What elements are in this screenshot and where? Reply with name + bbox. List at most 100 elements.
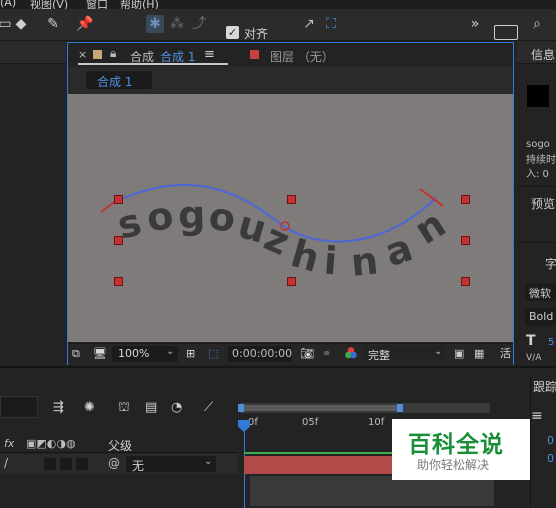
layer-switch-box[interactable] <box>44 458 56 470</box>
breadcrumb-chip[interactable]: 合成 1 <box>86 71 152 89</box>
panel-menu-icon[interactable]: ≡ <box>204 47 215 62</box>
puppet-pin-tool-icon[interactable]: 📌 <box>76 15 94 33</box>
menu-item-view[interactable]: 视图(V) <box>30 0 68 9</box>
color-channels-icon[interactable] <box>344 346 358 362</box>
active-camera-label[interactable]: 活 <box>500 346 511 362</box>
bounding-box-handle[interactable] <box>114 195 123 204</box>
puppet-starch-tool-icon[interactable]: ⁂ <box>168 15 186 33</box>
pick-whip-icon[interactable]: @ <box>108 456 120 470</box>
path-text-layer[interactable]: s o g o u z h i n a n <box>113 192 453 285</box>
bounding-box-handle[interactable] <box>461 195 470 204</box>
chevron-down-icon: ⌄ <box>166 346 175 357</box>
layer-switch-icon[interactable]: / <box>4 456 8 470</box>
viewer-canvas: s o g o u z h i n a n <box>100 184 453 285</box>
puppet-overlap-tool-icon[interactable]: ✱ <box>146 15 164 33</box>
shy-layers-icon[interactable]: ⛫ <box>118 400 130 417</box>
workspace-icon[interactable] <box>494 25 518 40</box>
snap-checkbox[interactable]: ✓ <box>226 26 239 39</box>
tracker-value[interactable]: 0 <box>547 434 554 447</box>
tracker-panel: 跟踪 ≡ 0 0 <box>530 378 556 508</box>
timeline-empty-area <box>250 476 494 506</box>
parent-value: 无 <box>132 459 145 473</box>
lock-icon[interactable]: 🔒︎ <box>110 46 116 61</box>
draft-3d-icon[interactable]: ✺ <box>84 400 95 415</box>
font-style-dropdown[interactable]: Bold <box>525 308 556 326</box>
switches-icons: ▣◩◐◑◍ <box>26 437 76 450</box>
info-tab-bar: 信息 <box>517 41 556 64</box>
frame-blending-icon[interactable]: ▤ <box>145 400 157 415</box>
menu-item-edit[interactable]: (A) <box>0 0 16 9</box>
bounding-box-handle[interactable] <box>114 277 123 286</box>
path-letter: a <box>380 225 418 275</box>
tab-tracker[interactable]: 跟踪 <box>533 378 556 395</box>
tab-character[interactable]: 字 <box>545 255 556 272</box>
snap-target-icon[interactable]: ⛶ <box>322 15 340 33</box>
zoom-dropdown[interactable]: 100% ⌄ <box>112 346 178 362</box>
roto-brush-tool-icon[interactable]: ✎ <box>44 15 62 33</box>
tab-layer[interactable]: 图层 （无） <box>270 48 334 65</box>
font-family-dropdown[interactable]: 微软 <box>525 283 556 301</box>
close-tab-icon[interactable]: × <box>78 48 87 61</box>
graph-editor-icon[interactable]: ⟋ <box>204 400 213 415</box>
kerning-label: V/A <box>526 353 542 363</box>
puppet-bend-tool-icon[interactable]: ⤴ <box>190 15 208 33</box>
parent-dropdown[interactable]: 无 ⌄ <box>126 456 216 473</box>
layer-switch-box[interactable] <box>76 458 88 470</box>
tracker-value[interactable]: 0 <box>547 452 554 465</box>
info-in-point: 入: 0 <box>526 169 549 180</box>
bounding-box-handle[interactable] <box>461 236 470 245</box>
monitor-icon[interactable]: 🖥︎ <box>93 346 107 362</box>
snapshot-camera-icon[interactable]: 📷︎ <box>300 346 314 362</box>
color-sample-swatch <box>527 85 549 107</box>
viewer-controls-bar: ⧉ 🖥︎ 100% ⌄ ⊞ ⬚ 0:00:00:00 📷︎ ⚭ 完整 ⌄ ▣ ▦… <box>68 343 513 365</box>
path-letter: n <box>349 238 381 285</box>
resolution-dropdown[interactable]: 完整 ⌄ <box>364 346 444 362</box>
font-size-value[interactable]: 5 <box>548 337 554 348</box>
layer-header-row: fx ▣◩◐◑◍ 父级 <box>0 436 238 453</box>
layer-row[interactable]: / @ 无 ⌄ <box>0 454 238 474</box>
info-panel: 信息 sogo 持续时 入: 0 预览 字 微软 Bold T 5 V/A <box>517 41 556 364</box>
layer-color-swatch <box>250 50 259 59</box>
menu-item-help[interactable]: 帮助(H) <box>120 0 159 9</box>
bounding-box-handle[interactable] <box>114 236 123 245</box>
path-letter: n <box>407 201 453 253</box>
comp-flowchart-icon[interactable]: ⇶ <box>53 400 64 415</box>
menu-item-window[interactable]: 窗口 <box>86 0 108 9</box>
tab-preview[interactable]: 预览 <box>531 195 555 212</box>
safe-zones-icon[interactable]: ⊞ <box>186 346 195 362</box>
layer-switch-box[interactable] <box>60 458 72 470</box>
bounding-box-handle[interactable] <box>287 277 296 286</box>
always-preview-icon[interactable]: ⧉ <box>72 346 80 362</box>
region-of-interest-icon[interactable]: ▣ <box>454 346 464 362</box>
work-area-start-handle[interactable] <box>238 404 244 412</box>
tab-info[interactable]: 信息 <box>531 46 555 63</box>
project-panel-header <box>0 41 66 64</box>
motion-blur-icon[interactable]: ◔ <box>171 400 182 415</box>
composition-color-swatch <box>93 50 102 59</box>
bounding-box-handle[interactable] <box>461 277 470 286</box>
snap-edge-icon[interactable]: ↗ <box>300 15 318 33</box>
work-area-end-handle[interactable] <box>397 404 403 412</box>
composition-viewer[interactable]: s o g o u z h i n a n <box>68 94 513 342</box>
mask-visibility-icon[interactable]: ⬚ <box>208 346 218 362</box>
watermark: 百科全说 助你轻松解决 <box>392 419 530 480</box>
eraser-tool-icon[interactable]: ◆ <box>12 15 30 33</box>
bounding-box-handle[interactable] <box>287 195 296 204</box>
composition-breadcrumb-bar: 合成 1 <box>68 67 513 94</box>
menu-bar: (A) 视图(V) 窗口 帮助(H) <box>0 0 556 9</box>
project-panel <box>0 41 66 364</box>
expand-toolbar-icon[interactable]: » <box>466 15 484 33</box>
search-icon[interactable]: ⌕ <box>528 15 546 33</box>
panel-divider <box>517 242 556 243</box>
show-snapshot-icon[interactable]: ⚭ <box>322 346 331 362</box>
path-letter: o <box>144 193 176 240</box>
current-time-field[interactable]: 0:00:00:00 <box>228 346 292 362</box>
composition-tab-bar: × 🔒︎ 合成 合成 1 ≡ 图层 （无） <box>68 43 513 67</box>
timeline-search-field[interactable] <box>0 396 38 418</box>
path-letter: h <box>286 231 324 281</box>
watermark-subtitle: 助你轻松解决 <box>417 458 490 472</box>
transparency-grid-icon[interactable]: ▦ <box>474 346 484 362</box>
timecode-value: 0:00:00:00 <box>232 347 293 360</box>
work-area-range[interactable] <box>242 405 400 411</box>
path-letter: o <box>207 194 238 240</box>
